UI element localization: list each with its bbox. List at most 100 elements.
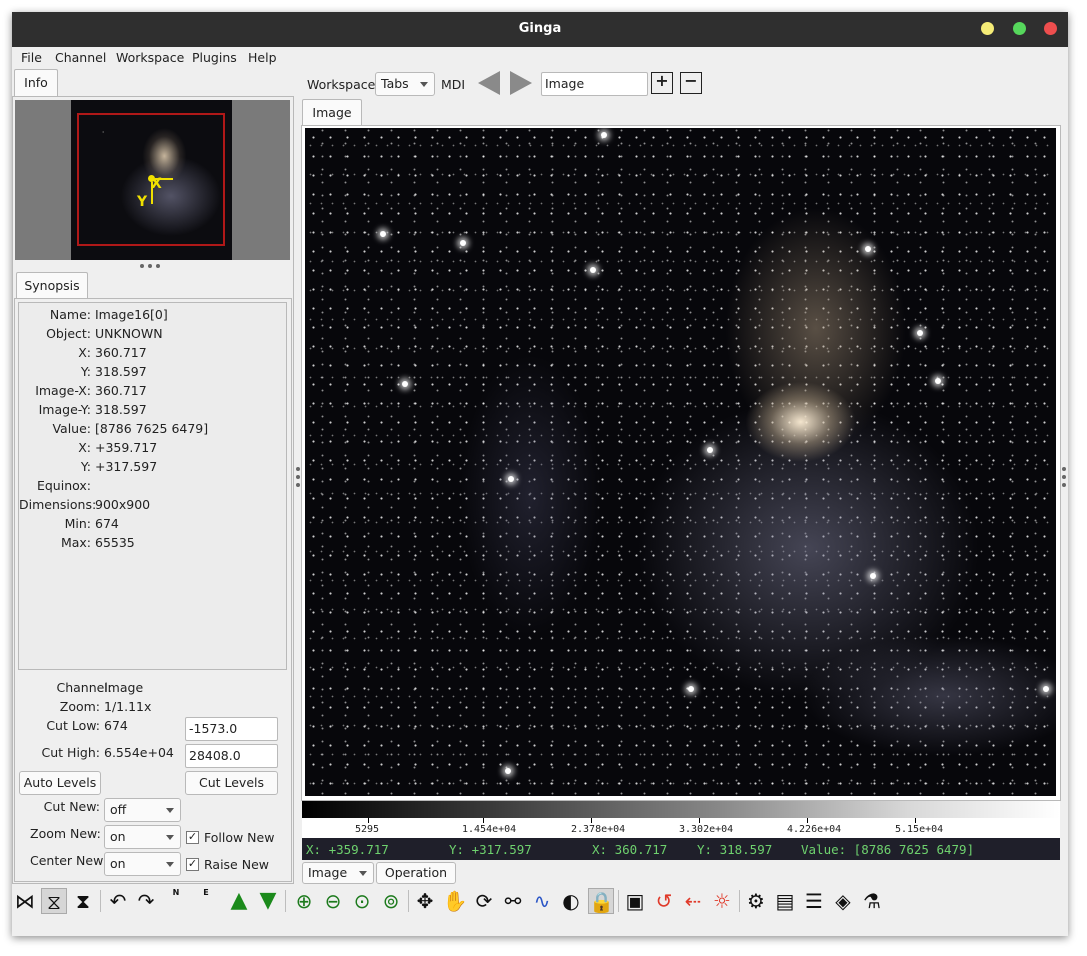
pan-move-icon[interactable]: ✥: [412, 888, 438, 914]
swap-xy-icon[interactable]: ⧗: [70, 888, 96, 914]
channel-value: Image: [104, 680, 144, 695]
microscope-icon[interactable]: ⚗: [859, 888, 885, 914]
save-icon[interactable]: ▤: [772, 888, 798, 914]
channel-name-input[interactable]: Image: [541, 72, 648, 96]
toolbar-separator: [618, 890, 619, 912]
readout-y: Y: 318.597: [697, 842, 773, 857]
star: [707, 447, 713, 453]
zoom-new-label: Zoom New:: [30, 826, 101, 841]
tab-synopsis[interactable]: Synopsis: [16, 272, 88, 299]
reset-color-icon[interactable]: ⇠: [680, 888, 706, 914]
splitter-handle[interactable]: [140, 264, 164, 270]
colorbar[interactable]: [302, 801, 1060, 818]
left-splitter-handle[interactable]: [296, 467, 300, 489]
zoom-new-select[interactable]: on: [104, 825, 181, 849]
delete-channel-icon[interactable]: −: [680, 72, 702, 94]
channel-label: Channel:: [56, 680, 112, 695]
star: [508, 476, 514, 482]
menu-file[interactable]: File: [21, 50, 42, 65]
cut-low-input[interactable]: -1573.0: [185, 717, 278, 741]
auto-cut-icon[interactable]: ▣: [622, 888, 648, 914]
menu-help[interactable]: Help: [248, 50, 277, 65]
zoom-in-icon[interactable]: ⊕: [291, 888, 317, 914]
star: [870, 573, 876, 579]
menu-plugins[interactable]: Plugins: [192, 50, 237, 65]
synopsis-label: X:: [78, 440, 91, 455]
synopsis-label: Image-Y:: [38, 402, 91, 417]
menu-channel[interactable]: Channel: [55, 50, 106, 65]
follow-new-label: Follow New: [204, 830, 275, 845]
colorbar-tick: [591, 818, 592, 823]
colorbar-tick: [368, 818, 369, 823]
gear-icon[interactable]: ⚙: [743, 888, 769, 914]
raise-new-label: Raise New: [204, 857, 269, 872]
previous-image-icon[interactable]: ▲: [226, 888, 252, 914]
maximize-button[interactable]: [1013, 22, 1026, 35]
star: [505, 768, 511, 774]
thumbnail-image[interactable]: X Y: [71, 100, 232, 260]
hand-icon[interactable]: ✋: [442, 888, 468, 914]
colorbar-tick-label: 5.15e+04: [895, 824, 944, 835]
minimize-button[interactable]: [981, 22, 994, 35]
reset-contrast-icon[interactable]: ↺: [651, 888, 677, 914]
contrast-icon[interactable]: ◐: [558, 888, 584, 914]
curve-icon[interactable]: ∿: [529, 888, 555, 914]
image-viewer-canvas[interactable]: [305, 128, 1056, 796]
star: [402, 381, 408, 387]
orient-ne-icon[interactable]: N: [163, 888, 189, 914]
zoom-100-icon[interactable]: ⊚: [378, 888, 404, 914]
lock-icon[interactable]: 🔒: [588, 888, 614, 914]
readout-x: X: 360.717: [592, 842, 668, 857]
zoom-fit-icon[interactable]: ⊙: [349, 888, 375, 914]
cut-levels-button[interactable]: Cut Levels: [185, 771, 278, 795]
prev-channel-icon[interactable]: [478, 71, 500, 95]
synopsis-value: +359.717: [95, 440, 158, 455]
zoom-new-value: on: [110, 829, 126, 844]
colorbar-scale: 5295 1.454e+04 2.378e+04 3.302e+04 4.226…: [302, 818, 1060, 838]
mdi-label: MDI: [441, 77, 466, 92]
tab-info[interactable]: Info: [14, 69, 58, 96]
rotate-mode-icon[interactable]: ⟳: [471, 888, 497, 914]
tab-image[interactable]: Image: [302, 99, 362, 126]
colorbar-tick-label: 1.454e+04: [462, 824, 517, 835]
synopsis-value: UNKNOWN: [95, 326, 163, 341]
next-image-icon[interactable]: ▼: [255, 888, 281, 914]
zoom-out-icon[interactable]: ⊖: [320, 888, 346, 914]
center-new-select[interactable]: on: [104, 852, 181, 876]
bottom-image-select[interactable]: Image: [302, 862, 374, 884]
reset-brightness-icon[interactable]: ☼: [709, 888, 735, 914]
flip-y-icon[interactable]: ⧖: [41, 888, 67, 914]
synopsis-value: 900x900: [95, 497, 151, 512]
cut-low-value: 674: [104, 718, 128, 733]
star: [460, 240, 466, 246]
workspace-mode-select[interactable]: Tabs: [375, 72, 435, 96]
center-new-label: Center New:: [30, 853, 107, 868]
right-splitter-handle[interactable]: [1062, 467, 1066, 489]
next-channel-icon[interactable]: [510, 71, 532, 95]
flip-x-icon[interactable]: ⋈: [12, 888, 38, 914]
toolbar-separator: [739, 890, 740, 912]
raise-new-checkbox[interactable]: ✓: [186, 858, 199, 871]
distribution-icon[interactable]: ⚯: [500, 888, 526, 914]
star: [917, 330, 923, 336]
synopsis-label: Y:: [80, 459, 91, 474]
follow-new-checkbox[interactable]: ✓: [186, 831, 199, 844]
operation-button[interactable]: Operation: [376, 862, 456, 884]
synopsis-label: Dimensions:: [19, 497, 97, 512]
synopsis-label: Min:: [64, 516, 91, 531]
readout-x-plus: X: +359.717: [306, 842, 389, 857]
menu-workspace[interactable]: Workspace: [116, 50, 184, 65]
thumbnail-pan[interactable]: X Y: [15, 100, 290, 260]
cut-high-input[interactable]: 28408.0: [185, 744, 278, 768]
rotate-cw-icon[interactable]: ↷: [133, 888, 159, 914]
layers-icon[interactable]: ☰: [801, 888, 827, 914]
orient-nw-icon[interactable]: E: [193, 888, 219, 914]
bottom-image-value: Image: [308, 865, 348, 880]
auto-levels-button[interactable]: Auto Levels: [19, 771, 101, 795]
synopsis-value: Image16[0]: [95, 307, 168, 322]
tags-icon[interactable]: ◈: [830, 888, 856, 914]
rotate-ccw-icon[interactable]: ↶: [105, 888, 131, 914]
close-button[interactable]: [1044, 22, 1057, 35]
cut-new-select[interactable]: off: [104, 798, 181, 822]
add-channel-icon[interactable]: +: [651, 72, 673, 94]
